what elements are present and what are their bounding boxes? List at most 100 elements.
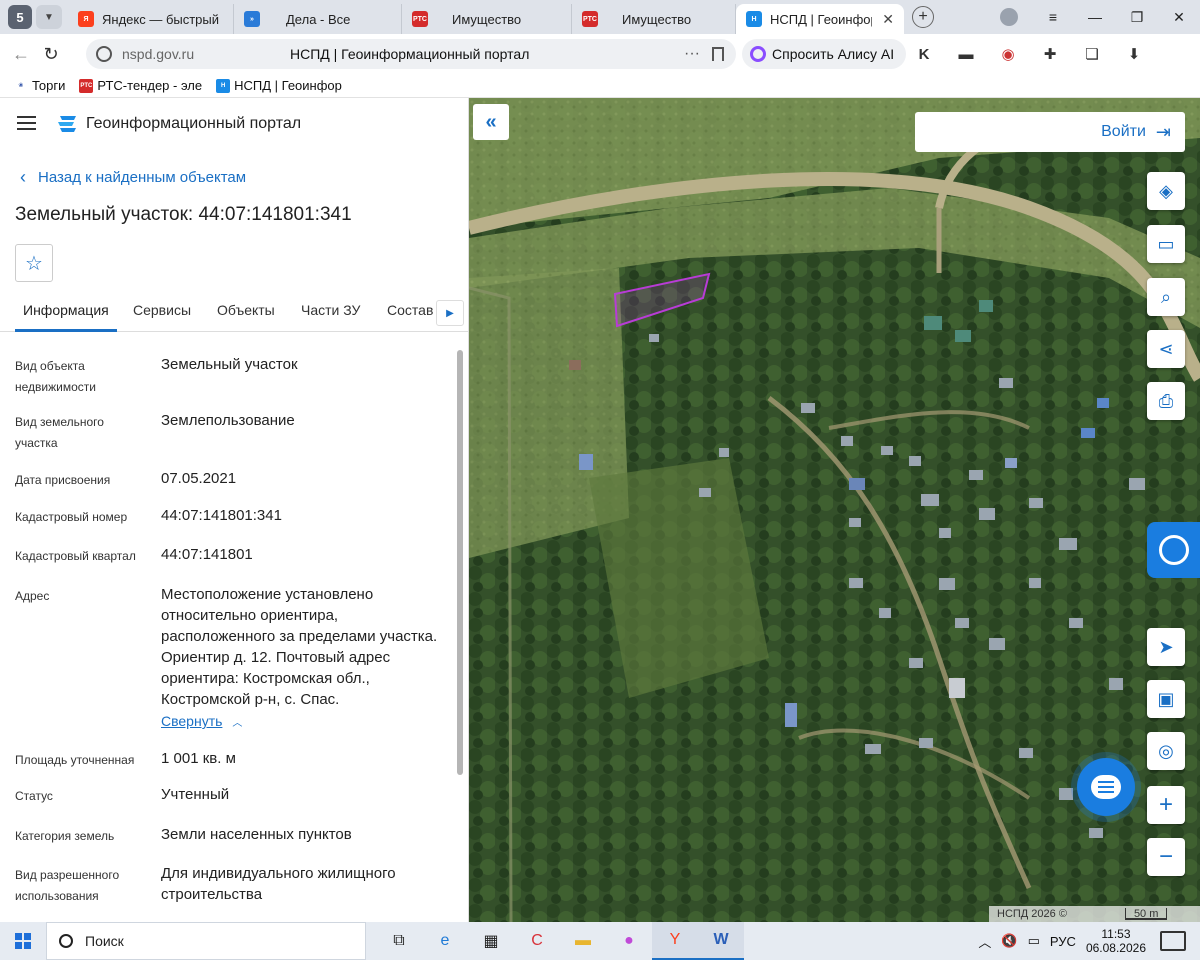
language-indicator[interactable]: РУС [1050,934,1076,949]
address-bar: ← ↻ nspd.gov.ru НСПД | Геоинформационный… [0,34,1200,74]
scrollbar-thumb[interactable] [457,350,463,775]
extensions-puzzle-icon[interactable]: ✚ [1038,42,1062,66]
print-button[interactable]: ⎙ [1147,382,1185,420]
volume-icon[interactable]: 🔇 [1001,933,1017,949]
tab-objects[interactable]: Объекты [217,302,275,318]
minimap-button[interactable]: ▣ [1147,680,1185,718]
property-label: Адрес [15,589,50,603]
yandex-browser-icon[interactable]: Y [652,922,698,960]
taskbar-search[interactable]: Поиск [46,922,366,960]
url-field[interactable]: nspd.gov.ru НСПД | Геоинформационный пор… [86,39,736,69]
collections-icon[interactable]: ❏ [1080,42,1104,66]
browser-tab-tasks[interactable]: » Дела - Все [234,4,402,34]
yandex-favicon-icon: Я [78,11,94,27]
chat-button[interactable] [1077,758,1135,816]
layers-button[interactable]: ◈ [1147,172,1185,210]
bookmark-rts-tender[interactable]: РТС РТС-тендер - эле [79,78,202,93]
ask-alisa-button[interactable]: Спросить Алису AI [742,39,907,69]
site-info-icon[interactable] [96,46,112,62]
property-value: Земли населенных пунктов [161,826,352,843]
downloads-icon[interactable]: ⬇ [1122,42,1146,66]
property-value: 1 001 кв. м [161,750,236,767]
browser-tab-yandex[interactable]: Я Яндекс — быстрый пои [68,4,234,34]
browser-tab-bar: 5 ▼ Я Яндекс — быстрый пои » Дела - Все … [0,0,1200,34]
search-location-button[interactable]: ◎ [1147,732,1185,770]
chevron-up-icon: ︿ [232,718,243,729]
browser-tab-nspd[interactable]: Н НСПД | Геоинформ ✕ [736,4,904,34]
close-tab-icon[interactable]: ✕ [882,11,894,28]
minimize-icon[interactable]: — [1074,9,1116,25]
collapse-link[interactable]: Свернуть ︿ [161,713,242,729]
login-button[interactable]: Войти ⇥ [915,112,1185,152]
task-view-icon[interactable]: ⧉ [376,922,422,960]
back-to-results-link[interactable]: ‹ Назад к найденным объектам [20,167,246,188]
feedback-side-tab[interactable] [1147,522,1200,578]
reload-icon[interactable]: ↻ [36,44,66,65]
bookmark-nspd[interactable]: Н НСПД | Геоинфор [216,78,342,93]
bookmark-torgi[interactable]: ❀ Торги [14,78,65,93]
tab-information[interactable]: Информация [15,302,117,332]
locate-button[interactable]: ➤ [1147,628,1185,666]
profile-avatar[interactable] [1000,8,1018,26]
new-tab-button[interactable]: + [912,6,934,28]
taskbar-apps: ⧉ e ▦ C ▬ ● Y W [376,922,744,960]
edge-icon[interactable]: e [422,922,468,960]
satellite-map[interactable]: « Войти ⇥ ◈ ▭ ⌕ ⋖ ⎙ ➤ ▣ ◎ + − НСПД 2026 … [469,98,1200,922]
word-icon[interactable]: W [698,922,744,960]
property-value: Местоположение установлено относительно … [161,586,438,708]
tab-services[interactable]: Сервисы [133,302,191,318]
back-arrow-icon[interactable]: ← [6,44,36,65]
notifications-icon[interactable] [1160,931,1186,951]
menu-icon[interactable]: ≡ [1032,9,1074,25]
window-controls: ≡ — ❐ ✕ [1000,0,1200,34]
favorite-button[interactable]: ☆ [15,244,53,282]
windows-taskbar: Поиск ⧉ e ▦ C ▬ ● Y W ︿ 🔇 ▭ РУС 11:53 06… [0,922,1200,960]
collapse-panel-button[interactable]: « [473,104,509,140]
back-label: Назад к найденным объектам [38,169,247,186]
drop-app-icon[interactable]: ● [606,922,652,960]
zoom-out-button[interactable]: − [1147,838,1185,876]
clock[interactable]: 11:53 06.08.2026 [1086,927,1146,955]
chevron-up-icon[interactable]: ︿ [978,932,991,951]
map-attribution: НСПД 2026 © 50 m [989,906,1200,922]
chevron-left-icon: ‹ [20,167,26,187]
zoom-in-button[interactable]: + [1147,786,1185,824]
property-label: Категория земель [15,829,115,843]
chat-bubble-icon [1091,775,1121,799]
extension-hat-icon[interactable]: ▬ [954,42,978,66]
tabs-scroll-right-icon[interactable]: ▶ [436,300,464,326]
rts-favicon-icon: РТС [582,11,598,27]
bookmark-label: РТС-тендер - эле [97,78,203,93]
tab-label: Имущество [452,11,522,27]
url-page-title: НСПД | Геоинформационный портал [290,46,530,62]
extension-record-icon[interactable]: ◉ [996,42,1020,66]
alisa-label: Спросить Алису AI [772,46,895,62]
panel-scrollbar[interactable] [456,348,464,920]
maximize-icon[interactable]: ❐ [1116,9,1158,26]
browser-tab-property-2[interactable]: РТС Имущество [572,4,736,34]
ruler-button[interactable]: ▭ [1147,225,1185,263]
bookmark-icon[interactable] [712,47,724,61]
property-label: Статус [15,789,53,803]
share-button[interactable]: ⋖ [1147,330,1185,368]
system-tray: ︿ 🔇 ▭ РУС 11:53 06.08.2026 [978,922,1200,960]
browser-tab-property-1[interactable]: РТС Имущество [402,4,572,34]
network-icon[interactable]: ▭ [1028,933,1040,949]
calculator-icon[interactable]: ▦ [468,922,514,960]
tab-parcel-parts[interactable]: Части ЗУ [301,302,360,318]
property-label: Вид объекта недвижимости [15,359,96,394]
tabs-dropdown-icon[interactable]: ▼ [36,5,62,29]
zoom-area-button[interactable]: ⌕ [1147,278,1185,316]
close-window-icon[interactable]: ✕ [1158,9,1200,26]
property-label: Вид разрешенного использования [15,868,120,903]
file-explorer-icon[interactable]: ▬ [560,922,606,960]
property-value: 44:07:141801 [161,546,253,563]
tab-label: Дела - Все [286,11,351,27]
more-dots-icon[interactable]: ··· [684,45,700,63]
app-c-icon[interactable]: C [514,922,560,960]
tab-composition[interactable]: Состав [387,302,433,318]
extension-k-icon[interactable]: K [912,42,936,66]
tab-counter[interactable]: 5 [8,5,32,29]
start-button[interactable] [0,922,46,960]
hamburger-menu-icon[interactable] [17,116,36,130]
